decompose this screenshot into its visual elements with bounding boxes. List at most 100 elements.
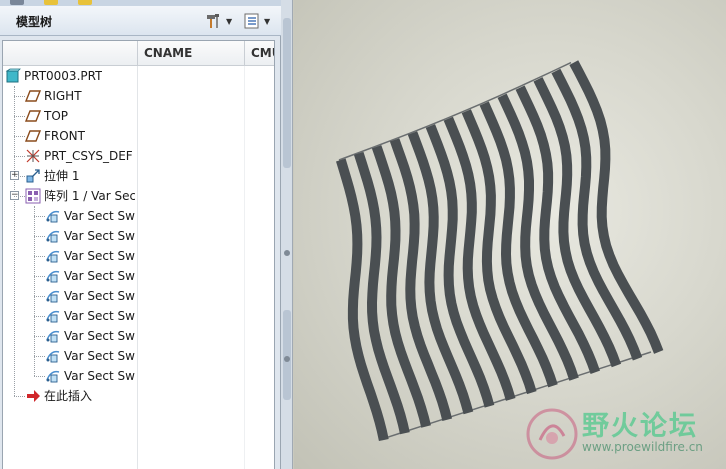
tree-item[interactable]: Var Sect Swe xyxy=(45,266,135,286)
tree-item-label: Var Sect Swe xyxy=(64,229,135,243)
settings-tools-icon xyxy=(207,14,219,28)
tree-item-label: Var Sect Swe xyxy=(64,309,135,323)
tree-item[interactable]: FRONT xyxy=(24,126,135,146)
tree-item[interactable]: 阵列 1 / Var Sect xyxy=(25,186,135,206)
tree-line xyxy=(14,86,15,396)
watermark-url: www.proewildfire.cn xyxy=(582,440,703,454)
sweep-icon xyxy=(45,228,61,244)
tree-line xyxy=(34,296,45,297)
pattern-icon xyxy=(25,188,41,204)
folder-browser-tab[interactable] xyxy=(44,0,58,5)
coordinate-system-icon xyxy=(25,148,41,164)
forum-watermark: 野火论坛 www.proewildfire.cn xyxy=(522,400,726,469)
extrude-icon xyxy=(25,168,41,184)
favorites-tab[interactable] xyxy=(78,0,92,5)
tree-line xyxy=(14,196,25,197)
tree-item-label: FRONT xyxy=(44,129,85,143)
column-divider xyxy=(244,66,245,469)
settings-tools-button[interactable]: ▼ xyxy=(205,12,232,30)
show-filter-button[interactable]: ▼ xyxy=(243,12,270,30)
sweep-icon xyxy=(45,368,61,384)
tree-line xyxy=(34,356,45,357)
forum-logo xyxy=(526,408,578,460)
sweep-icon xyxy=(45,208,61,224)
splitter-grip[interactable] xyxy=(284,356,290,362)
sweep-icon xyxy=(45,288,61,304)
watermark-title: 野火论坛 xyxy=(582,411,698,442)
column-header-cname[interactable]: CNAME xyxy=(137,41,244,66)
column-header-tree[interactable] xyxy=(3,41,137,66)
tree-column-header: CNAME CMU xyxy=(3,41,274,66)
tree-line xyxy=(14,176,25,177)
tree-item[interactable]: 在此插入 xyxy=(25,386,135,406)
splitter-tab[interactable] xyxy=(283,310,291,400)
tree-item[interactable]: Var Sect Swe xyxy=(45,246,135,266)
tree-item[interactable]: Var Sect Swe xyxy=(45,286,135,306)
chevron-down-icon: ▼ xyxy=(226,16,233,26)
tree-item-label: Var Sect Swe xyxy=(64,249,135,263)
graphics-viewport[interactable]: 野火论坛 www.proewildfire.cn xyxy=(294,0,726,469)
tree-item-label: PRT_CSYS_DEF xyxy=(44,149,133,163)
panel-header: 模型树 ▼ ▼ xyxy=(0,6,281,36)
model-tree: CNAME CMU PRT0003.PRT RIGHT TOP FRONT PRT_CS… xyxy=(2,40,275,469)
tree-item[interactable]: TOP xyxy=(24,106,135,126)
insert-here-arrow-icon xyxy=(25,388,41,404)
surface-stripe xyxy=(371,145,431,428)
tree-item-label: Var Sect Swe xyxy=(64,269,135,283)
tree-line xyxy=(34,206,35,376)
tree-item[interactable]: Var Sect Swe xyxy=(45,206,135,226)
tree-item-label: Var Sect Swe xyxy=(64,349,135,363)
tree-item-label: Var Sect Swe xyxy=(64,329,135,343)
tree-item-label: Var Sect Swe xyxy=(64,209,135,223)
tree-line xyxy=(34,256,45,257)
sweep-icon xyxy=(45,348,61,364)
tree-line xyxy=(34,276,45,277)
tree-item-label: Var Sect Swe xyxy=(64,289,135,303)
panel-title: 模型树 xyxy=(16,15,53,29)
splitter-tab[interactable] xyxy=(283,18,291,168)
splitter-grip[interactable] xyxy=(284,250,290,256)
tree-item[interactable]: Var Sect Swe xyxy=(45,306,135,326)
chevron-down-icon: ▼ xyxy=(264,16,271,26)
column-divider xyxy=(137,66,138,469)
tree-item[interactable]: 拉伸 1 xyxy=(25,166,135,186)
sweep-icon xyxy=(45,308,61,324)
surface-stripe xyxy=(389,138,453,421)
tree-item[interactable]: Var Sect Swe xyxy=(45,346,135,366)
surface-stripe xyxy=(425,124,495,408)
tree-item[interactable]: Var Sect Swe xyxy=(45,326,135,346)
tree-line xyxy=(14,136,25,137)
datum-plane-icon xyxy=(24,108,42,124)
tree-item-label: TOP xyxy=(44,109,69,123)
tree-line xyxy=(34,216,45,217)
sweep-icon xyxy=(45,248,61,264)
tree-item-label: PRT0003.PRT xyxy=(24,69,103,83)
show-filter-icon xyxy=(244,13,259,29)
tree-line xyxy=(34,376,45,377)
tree-item[interactable]: Var Sect Swe xyxy=(45,366,135,386)
tree-item-label: RIGHT xyxy=(44,89,82,103)
tree-item[interactable]: PRT0003.PRT xyxy=(5,66,135,86)
tree-item-label: Var Sect Swe xyxy=(64,369,135,383)
datum-plane-icon xyxy=(24,128,42,144)
sweep-icon xyxy=(45,268,61,284)
tree-line xyxy=(14,116,25,117)
model-tree-panel: 模型树 ▼ ▼ CNAME CMU xyxy=(0,0,281,469)
tree-item-label: 在此插入 xyxy=(44,389,93,403)
tree-item-label: 阵列 1 / Var Sect xyxy=(44,189,135,203)
column-header-cmu[interactable]: CMU xyxy=(244,41,274,66)
tree-line xyxy=(14,96,25,97)
tree-line xyxy=(14,396,25,397)
panel-splitter[interactable] xyxy=(281,0,293,469)
tree-line xyxy=(34,336,45,337)
tree-line xyxy=(14,156,25,157)
tree-line xyxy=(34,316,45,317)
model-tree-tab[interactable] xyxy=(10,0,24,5)
tree-item[interactable]: Var Sect Swe xyxy=(45,226,135,246)
tree-line xyxy=(34,236,45,237)
tree-item[interactable]: PRT_CSYS_DEF xyxy=(25,146,135,166)
datum-plane-icon xyxy=(24,88,42,104)
tree-item[interactable]: RIGHT xyxy=(24,86,135,106)
surface-stripe xyxy=(407,131,474,415)
part-icon xyxy=(5,68,21,84)
